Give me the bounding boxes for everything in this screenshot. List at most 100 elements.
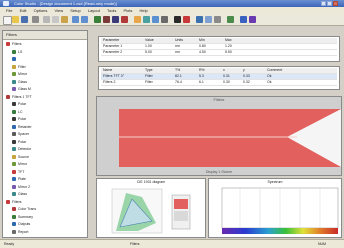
- cie-title: CIE 1931 diagram: [136, 180, 166, 184]
- tree-item-label: Summary: [18, 214, 33, 219]
- paste-icon[interactable]: [61, 16, 68, 23]
- pan-icon[interactable]: [103, 16, 110, 23]
- print-icon[interactable]: [32, 16, 39, 23]
- tree-item[interactable]: Outputs: [12, 221, 30, 227]
- open-icon[interactable]: [12, 16, 19, 23]
- menu-view[interactable]: View: [55, 7, 64, 14]
- menu-layout[interactable]: Layout: [88, 7, 100, 14]
- table-cell: 0.33: [243, 74, 250, 78]
- tree-item[interactable]: LC: [12, 109, 22, 115]
- tree-item[interactable]: Filters: [6, 199, 22, 205]
- tree-item[interactable]: Spacer: [12, 131, 29, 137]
- select-icon[interactable]: [121, 16, 128, 23]
- tree-item-label: Filter: [18, 64, 26, 69]
- grid-icon[interactable]: [205, 16, 212, 23]
- visible-spectrum-band: [222, 228, 338, 234]
- table-cell: 0.32: [243, 80, 250, 84]
- col-header: R%: [199, 68, 205, 72]
- menu-setup[interactable]: Setup: [70, 7, 80, 14]
- new-icon[interactable]: [3, 16, 12, 25]
- tree-item[interactable]: Polar: [12, 116, 26, 122]
- chart-icon[interactable]: [196, 16, 203, 23]
- menu-file[interactable]: File: [6, 7, 12, 14]
- tree-item[interactable]: Glass: [12, 191, 27, 197]
- redo-icon[interactable]: [81, 16, 88, 23]
- spectrum-plot: [221, 187, 339, 234]
- lens-icon[interactable]: [152, 16, 159, 23]
- tree-item[interactable]: Filters: [6, 41, 22, 47]
- menu-options[interactable]: Options: [34, 7, 48, 14]
- menu-bar: File Edit Options View Setup Layout Tool…: [0, 7, 344, 14]
- col-header: Units: [175, 38, 183, 42]
- menu-edit[interactable]: Edit: [20, 7, 27, 14]
- tree-item[interactable]: Polar: [12, 101, 26, 107]
- detector-icon[interactable]: [161, 16, 168, 23]
- tree-item[interactable]: Mirror: [12, 161, 27, 167]
- component-icon: [12, 147, 16, 152]
- tree-item[interactable]: Report: [12, 229, 29, 235]
- menu-help[interactable]: Help: [139, 7, 147, 14]
- tree-item[interactable]: Retarder: [12, 124, 32, 130]
- run-icon[interactable]: [174, 16, 181, 23]
- copy-icon[interactable]: [52, 16, 59, 23]
- tree-item[interactable]: Mirror 2: [12, 184, 30, 190]
- table-cell: Ok: [267, 80, 272, 84]
- light-icon[interactable]: [134, 16, 141, 23]
- help-icon[interactable]: [249, 16, 256, 23]
- tree-item[interactable]: Source: [12, 154, 29, 160]
- close-button[interactable]: [333, 1, 338, 6]
- tree-item[interactable]: Detector: [12, 146, 31, 152]
- tree-item-label: Glass: [18, 79, 27, 84]
- table-cell: Ok: [267, 74, 272, 78]
- component-icon: [12, 79, 16, 84]
- tree-item[interactable]: Polar: [12, 139, 26, 145]
- tree-item[interactable]: Filter: [12, 64, 26, 70]
- export-icon[interactable]: [227, 16, 234, 23]
- component-icon: [12, 207, 16, 212]
- settings-icon[interactable]: [214, 16, 221, 23]
- component-icon: [12, 72, 16, 77]
- info-icon[interactable]: [240, 16, 247, 23]
- component-icon: [12, 87, 16, 92]
- cut-icon[interactable]: [43, 16, 50, 23]
- tree-item[interactable]: TFT: [12, 169, 24, 175]
- col-header: Min: [199, 38, 205, 42]
- scene-canvas[interactable]: [97, 103, 341, 175]
- table-cell: 76.4: [175, 80, 182, 84]
- table-row[interactable]: Parameter 2 5.00 nm 4.50 5.50: [101, 50, 337, 56]
- filter-icon[interactable]: [143, 16, 150, 23]
- tree-item[interactable]: Summary: [12, 214, 33, 220]
- minimize-button[interactable]: [321, 1, 326, 6]
- tree-item[interactable]: [12, 56, 18, 62]
- col-header: Parameter: [103, 38, 120, 42]
- col-header: Type: [145, 68, 153, 72]
- table-cell: 5.3: [199, 74, 204, 78]
- tree-item[interactable]: Mirror: [12, 71, 27, 77]
- menu-tools[interactable]: Tools: [107, 7, 116, 14]
- menu-plots[interactable]: Plots: [123, 7, 132, 14]
- undo-icon[interactable]: [72, 16, 79, 23]
- table-cell: 0.80: [199, 44, 206, 48]
- tree-item[interactable]: Plate: [12, 176, 26, 182]
- tree-item[interactable]: Glass: [12, 79, 27, 85]
- stop-icon[interactable]: [183, 16, 190, 23]
- rotate-icon[interactable]: [112, 16, 119, 23]
- tree-item[interactable]: Filters 1 TFT: [6, 94, 32, 100]
- tree-item[interactable]: Glass M: [12, 86, 31, 92]
- tree-item[interactable]: LS: [12, 49, 22, 55]
- table-row[interactable]: Filters 2 Filter 76.4 6.1 0.30 0.32 Ok: [101, 80, 337, 86]
- tree-item-label: Outputs: [18, 222, 31, 227]
- zoom-icon[interactable]: [94, 16, 101, 23]
- table-cell: 4.50: [199, 50, 206, 54]
- maximize-button[interactable]: [327, 1, 332, 6]
- component-icon: [6, 199, 10, 204]
- tree-item-label: Filters: [12, 42, 22, 47]
- col-header: Comment: [267, 68, 283, 72]
- tree-item-label: TFT: [18, 169, 25, 174]
- tree-item-label: Mirror: [18, 162, 28, 167]
- tree-item-label: Glass M: [18, 87, 31, 92]
- save-icon[interactable]: [21, 16, 28, 23]
- tree-item[interactable]: Color Trans: [12, 206, 36, 212]
- component-icon: [12, 49, 16, 54]
- scene-viewer[interactable]: Filters Display 1 /Scene: [96, 96, 342, 176]
